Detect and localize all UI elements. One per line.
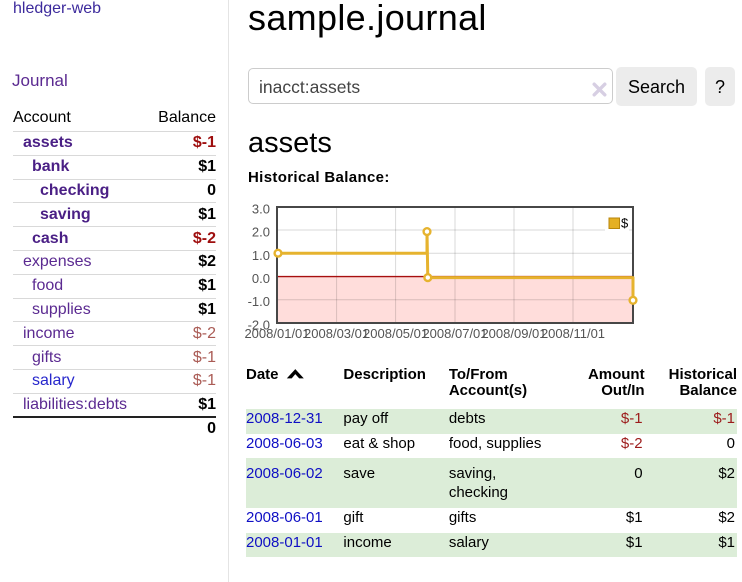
svg-text:2008/03/01: 2008/03/01 <box>304 326 369 341</box>
svg-text:-1.0: -1.0 <box>248 294 270 309</box>
svg-text:2.0: 2.0 <box>252 225 270 240</box>
svg-text:2008/11/01: 2008/11/01 <box>541 326 605 341</box>
svg-text:3.0: 3.0 <box>252 201 270 216</box>
svg-text:0.0: 0.0 <box>252 271 270 286</box>
svg-text:2008/09/01: 2008/09/01 <box>481 326 546 341</box>
svg-text:2008/05/01: 2008/05/01 <box>363 326 428 341</box>
svg-text:2008/01/01: 2008/01/01 <box>244 326 309 341</box>
svg-text:$: $ <box>621 216 629 231</box>
svg-text:2008/07/01: 2008/07/01 <box>422 326 487 341</box>
svg-text:1.0: 1.0 <box>252 248 270 263</box>
